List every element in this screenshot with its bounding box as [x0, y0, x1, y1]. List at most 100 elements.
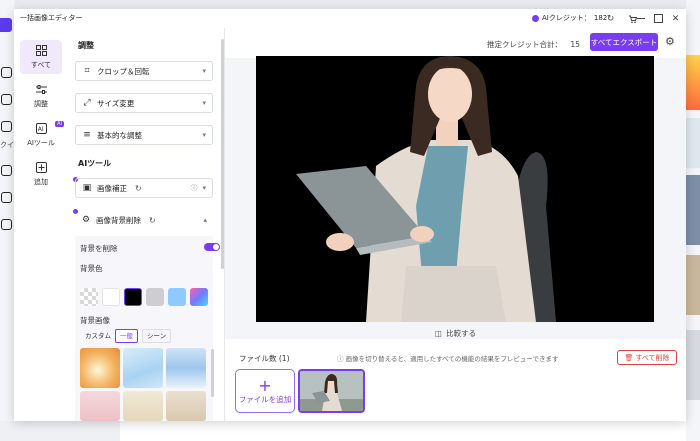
add-file-button[interactable]: + ファイルを追加 [235, 369, 295, 413]
document-icon [1, 121, 12, 132]
refresh-icon[interactable]: ↻ [135, 184, 142, 193]
tab-custom[interactable]: カスタム [80, 329, 116, 343]
plus-square-icon [35, 161, 47, 175]
background-image-thumbnail[interactable] [80, 391, 120, 421]
nav-item-adjust[interactable]: 調整 [20, 79, 62, 113]
info-icon: ⓘ [337, 355, 346, 363]
background-remove-label: 画像背景削除 [96, 215, 141, 225]
background-app-sidebar: クイ [0, 0, 14, 441]
panel-scrollbar[interactable] [221, 39, 224, 269]
top-toolbar: 推定クレジット合計： 15 すべてエクスポート ⚙ [225, 28, 686, 58]
plus-icon: + [258, 375, 272, 395]
chevron-down-icon: ▾ [202, 184, 206, 192]
swatch-black[interactable] [124, 288, 142, 306]
basic-adjust-label: 基本的な調整 [97, 130, 142, 140]
background-color-label: 背景色 [80, 264, 103, 273]
resize-row[interactable]: ⤢ サイズ変更 ▾ [75, 93, 213, 113]
compare-label: 比較する [446, 329, 477, 338]
background-image-label: 背景画像 [80, 316, 110, 325]
delete-all-button[interactable]: 🗑 すべて削除 [617, 350, 677, 365]
section-title-adjust: 調整 [78, 41, 94, 50]
delete-all-label: すべて削除 [635, 353, 670, 362]
background-image-scrollbar[interactable] [211, 349, 214, 397]
gear-icon: ⚙ [81, 215, 91, 225]
swatch-custom-color[interactable] [190, 288, 208, 306]
tool-category-nav: すべて 調整 AI AI AIツール 追加 [14, 28, 72, 421]
background-thumbnail [686, 175, 700, 245]
file-count: ファイル数 (1) [239, 354, 290, 363]
swatch-light-blue[interactable] [168, 288, 186, 306]
tab-scene[interactable]: シーン [142, 329, 172, 343]
remove-background-label: 背景を削除 [80, 244, 118, 253]
background-image-thumbnail[interactable] [166, 348, 206, 388]
add-file-label: ファイルを追加 [238, 394, 292, 404]
basic-adjust-row[interactable]: ≡ 基本的な調整 ▾ [75, 125, 213, 145]
close-button[interactable]: ✕ [669, 12, 682, 25]
background-remove-row[interactable]: ⚙ 画像背景削除 ↻ ▴ [75, 210, 213, 230]
ai-badge: AI [55, 121, 64, 127]
nav-item-ai-tools[interactable]: AI AI AIツール [20, 118, 64, 152]
refresh-icon[interactable]: ↻ [149, 216, 156, 225]
background-image-thumbnail[interactable] [166, 391, 206, 421]
nav-item-add[interactable]: 追加 [20, 157, 62, 191]
estimated-credits-value: 15 [570, 40, 580, 49]
resize-icon: ⤢ [83, 98, 91, 108]
compare-icon: ◫ [435, 329, 443, 338]
file-thumbnail[interactable] [298, 369, 365, 413]
title-bar: 一括画像エディター AIクレジット： 182 ↻ ✕ [14, 9, 686, 28]
settings-icon[interactable]: ⚙ [665, 35, 675, 48]
preview-hint: ⓘ 画像を切り替えると、適用したすべての機能の結果をプレビューできます [337, 353, 559, 363]
trash-icon: 🗑 [624, 353, 634, 362]
edit-icon [1, 192, 12, 203]
svg-text:AI: AI [37, 126, 43, 133]
ai-icon: AI [35, 122, 47, 136]
nav-item-all[interactable]: すべて [20, 40, 62, 74]
remove-background-toggle[interactable] [204, 243, 220, 251]
file-strip: ファイル数 (1) ⓘ 画像を切り替えると、適用したすべての機能の結果をプレビュ… [225, 339, 686, 421]
minimize-button[interactable] [634, 12, 647, 25]
background-app-right-column [686, 0, 700, 441]
section-title-ai-tools: AIツール [78, 159, 112, 168]
background-thumbnail [686, 118, 700, 168]
background-thumbnail [686, 330, 700, 400]
preview-hint-text: 画像を切り替えると、適用したすべての機能の結果をプレビューできます [345, 355, 559, 363]
background-image-thumbnail[interactable] [123, 391, 163, 421]
crop-rotate-row[interactable]: ⌗ クロップ＆回転 ▾ [75, 61, 213, 81]
background-image-thumbnail[interactable] [123, 348, 163, 388]
settings-panel: 調整 ⌗ クロップ＆回転 ▾ ⤢ サイズ変更 ▾ ≡ 基本的な調整 ▾ AIツー… [72, 28, 225, 421]
nav-item-label: すべて [30, 60, 52, 69]
sliders-icon [35, 84, 47, 97]
nav-item-label: 追加 [34, 177, 48, 186]
file-thumbnail-image [300, 371, 363, 411]
ai-credit-label: AIクレジット： [542, 14, 591, 22]
compare-toggle[interactable]: ◫ 比較する [435, 328, 476, 339]
chevron-down-icon: ▾ [202, 131, 206, 139]
info-icon[interactable]: ⓘ [190, 183, 197, 193]
crop-rotate-label: クロップ＆回転 [97, 66, 150, 76]
apps-icon [1, 165, 12, 176]
folder-icon [1, 94, 12, 105]
chevron-down-icon: ▾ [202, 99, 206, 107]
ai-credit: AIクレジット： 182 [532, 13, 607, 23]
refresh-icon[interactable]: ↻ [604, 12, 617, 25]
background-thumbnail [686, 255, 700, 315]
tab-general[interactable]: 一般 [115, 329, 138, 343]
ai-credit-icon [532, 14, 539, 22]
swatch-white[interactable] [102, 288, 120, 306]
estimated-credits-label: 推定クレジット合計： [487, 40, 562, 49]
swatch-transparent[interactable] [80, 288, 98, 306]
export-all-button[interactable]: すべてエクスポート [590, 33, 658, 51]
background-image-thumbnail[interactable] [80, 348, 120, 388]
preview-area: 推定クレジット合計： 15 すべてエクスポート ⚙ ◫ 比較する ファイル数 (… [225, 28, 686, 421]
image-enhance-row[interactable]: ▣ 画像補正 ↻ ⓘ ▾ [75, 178, 213, 198]
maximize-button[interactable] [652, 12, 665, 25]
background-thumbnail [686, 55, 700, 110]
swatch-gray[interactable] [146, 288, 164, 306]
batch-image-editor-window: 一括画像エディター AIクレジット： 182 ↻ ✕ すべて 調整 AI AI … [14, 9, 686, 421]
sliders-icon: ≡ [83, 130, 91, 140]
subject-photo [256, 56, 654, 322]
monitor-icon [1, 219, 12, 230]
background-app-content [120, 421, 700, 441]
image-enhance-label: 画像補正 [97, 183, 127, 193]
window-title: 一括画像エディター [20, 14, 83, 22]
